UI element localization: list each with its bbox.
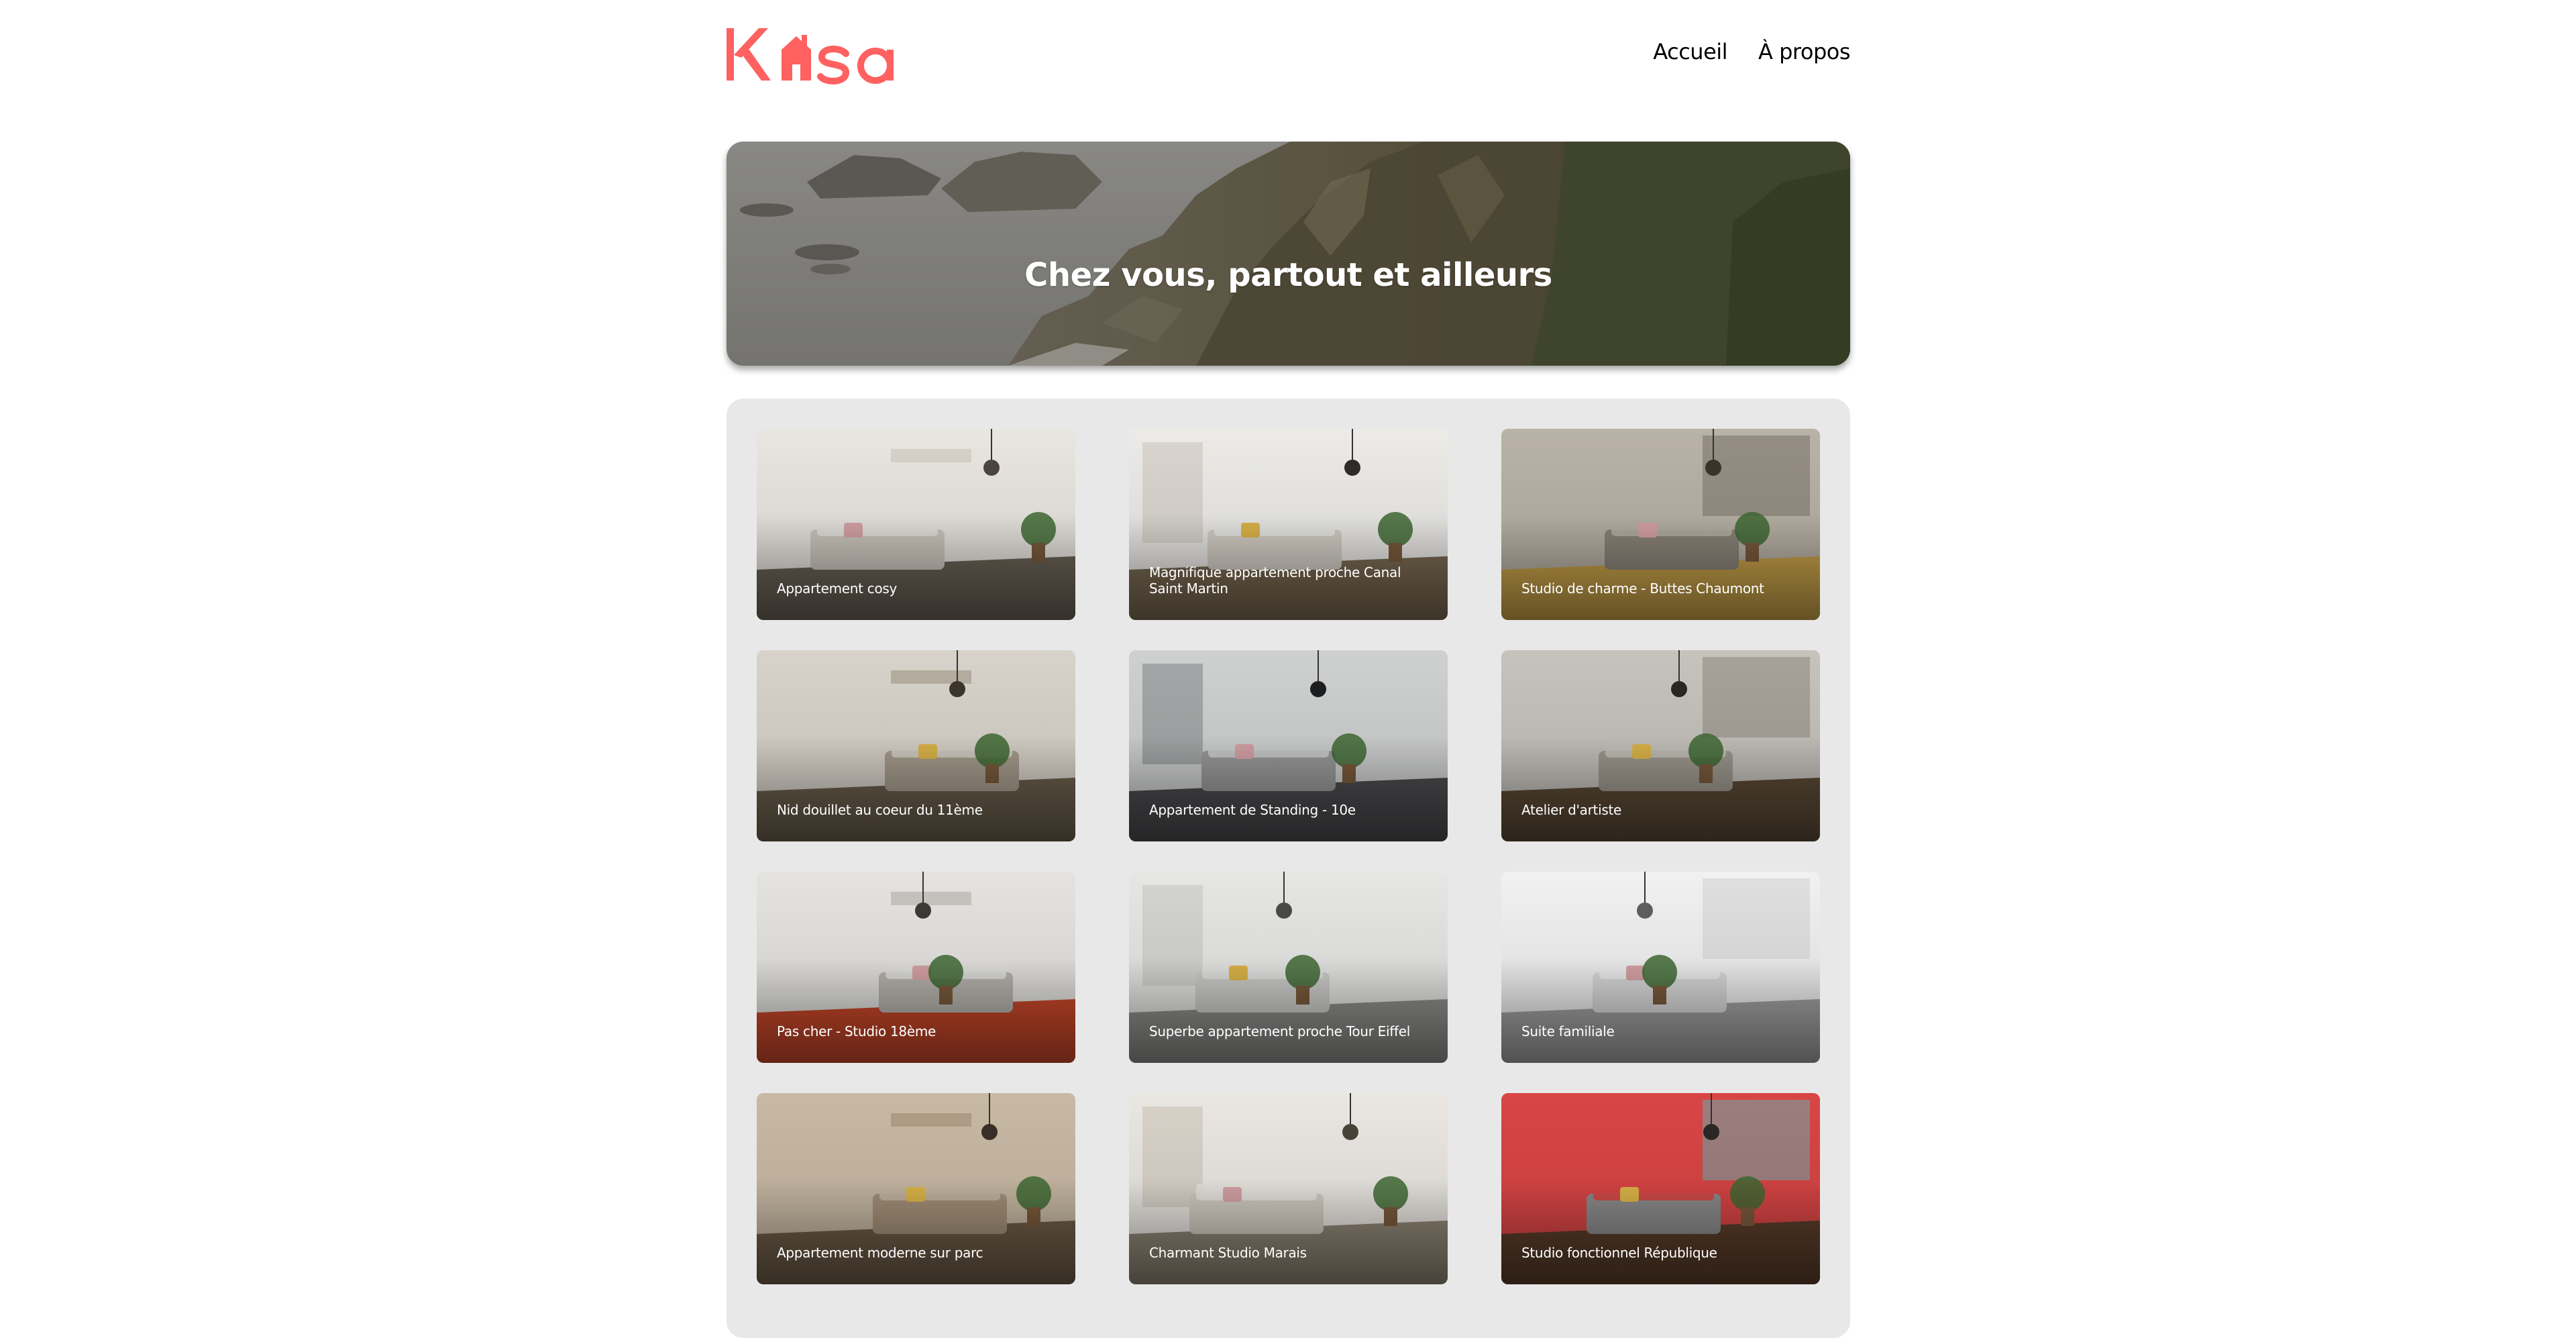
listing-card[interactable]: Pas cher - Studio 18ème <box>757 872 1075 1063</box>
listings-gallery: Appartement cosy Magnifique appartement p… <box>727 399 1850 1338</box>
listing-card[interactable]: Charmant Studio Marais <box>1129 1093 1448 1284</box>
listing-card[interactable]: Atelier d'artiste <box>1501 650 1820 841</box>
nav-link-a-propos[interactable]: À propos <box>1758 39 1850 64</box>
listing-title: Suite familiale <box>1521 1023 1615 1039</box>
listing-card[interactable]: Appartement cosy <box>757 429 1075 620</box>
listing-card[interactable]: Nid douillet au coeur du 11ème <box>757 650 1075 841</box>
listing-card[interactable]: Appartement moderne sur parc <box>757 1093 1075 1284</box>
page: Accueil À propos Chez vous, partout et a… <box>727 0 1850 1338</box>
listing-title: Atelier d'artiste <box>1521 802 1622 818</box>
listing-title: Superbe appartement proche Tour Eiffel <box>1149 1023 1410 1039</box>
listing-card[interactable]: Superbe appartement proche Tour Eiffel <box>1129 872 1448 1063</box>
site-header: Accueil À propos <box>727 0 1850 141</box>
listing-title: Studio de charme - Buttes Chaumont <box>1521 580 1764 597</box>
listing-card[interactable]: Studio de charme - Buttes Chaumont <box>1501 429 1820 620</box>
listing-title: Charmant Studio Marais <box>1149 1245 1307 1261</box>
listing-title: Appartement moderne sur parc <box>777 1245 983 1261</box>
listing-title: Magnifique appartement proche Canal Sain… <box>1149 564 1401 597</box>
banner-title: Chez vous, partout et ailleurs <box>1024 256 1552 295</box>
main-nav: Accueil À propos <box>1653 39 1850 64</box>
listing-title: Appartement cosy <box>777 580 898 597</box>
listing-card[interactable]: Suite familiale <box>1501 872 1820 1063</box>
listing-card[interactable]: Magnifique appartement proche Canal Sain… <box>1129 429 1448 620</box>
nav-link-accueil[interactable]: Accueil <box>1653 39 1727 64</box>
listing-card[interactable]: Studio fonctionnel République <box>1501 1093 1820 1284</box>
listing-title: Pas cher - Studio 18ème <box>777 1023 936 1039</box>
kasa-logo[interactable] <box>727 20 904 87</box>
listing-title: Appartement de Standing - 10e <box>1149 802 1356 818</box>
hero-banner: Chez vous, partout et ailleurs <box>727 142 1850 366</box>
kasa-logo-icon <box>727 28 894 85</box>
listing-card[interactable]: Appartement de Standing - 10e <box>1129 650 1448 841</box>
listing-title: Nid douillet au coeur du 11ème <box>777 802 983 818</box>
listing-title: Studio fonctionnel République <box>1521 1245 1717 1261</box>
